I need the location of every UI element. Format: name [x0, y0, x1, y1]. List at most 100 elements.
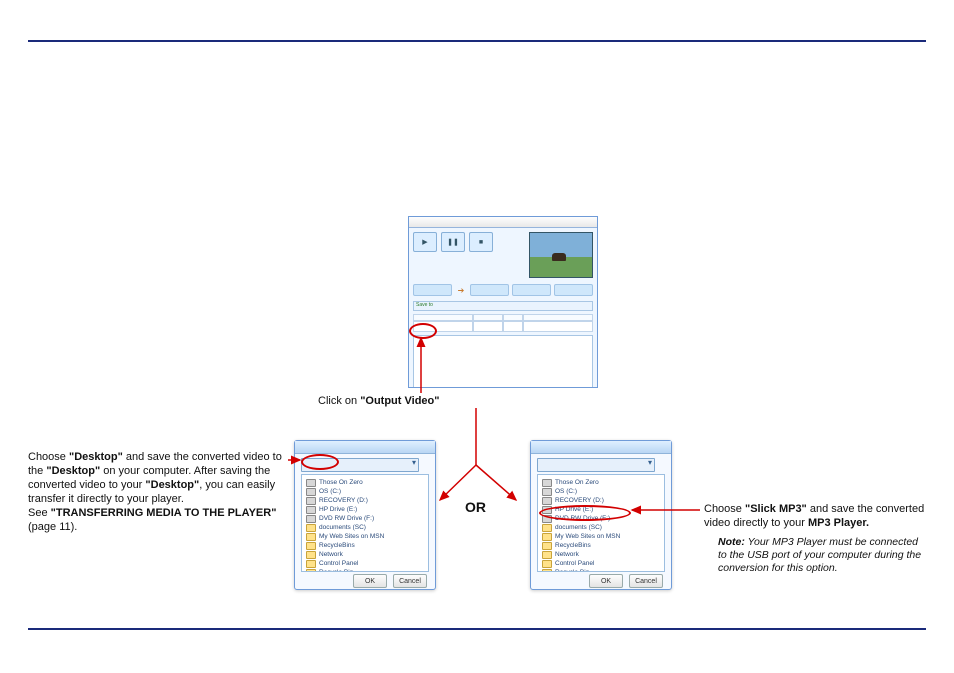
tree-item-label: Those On Zero: [555, 478, 599, 487]
text-bold: "Slick MP3": [745, 503, 807, 515]
video-preview: [529, 232, 593, 278]
tree-item[interactable]: RECOVERY (D:): [542, 496, 660, 505]
folder-icon: [306, 551, 316, 559]
cancel-button[interactable]: Cancel: [393, 574, 427, 588]
text: (page 11).: [28, 521, 77, 533]
tree-item-label: documents (SC): [319, 523, 366, 532]
text-bold: "TRANSFERRING MEDIA TO THE PLAYER": [51, 507, 277, 519]
pause-button[interactable]: ❚❚: [441, 232, 465, 252]
stop-button[interactable]: ■: [469, 232, 493, 252]
top-rule: [28, 40, 926, 42]
tree-item-label: HP Drive (E:): [319, 505, 357, 514]
text-bold: "Desktop": [145, 479, 199, 491]
tree-item-label: Those On Zero: [319, 478, 363, 487]
file-table-header: [413, 314, 593, 321]
browse-titlebar: [531, 441, 671, 454]
ok-button[interactable]: OK: [589, 574, 623, 588]
bottom-rule: [28, 628, 926, 630]
caption-output-video: Click on "Output Video": [318, 395, 439, 407]
callout-circle-slick-mp3: [539, 505, 631, 521]
output-path-row[interactable]: Save to: [413, 301, 593, 311]
drive-icon: [306, 497, 316, 505]
option-pill[interactable]: [470, 284, 509, 296]
instruction-right: Choose "Slick MP3" and save the converte…: [704, 502, 928, 575]
tree-item[interactable]: RecycleBins: [306, 541, 424, 550]
drive-icon: [542, 479, 552, 487]
tree-item-label: Recycle Bin: [555, 568, 589, 572]
tree-item[interactable]: Recycle Bin: [542, 568, 660, 572]
folder-icon: [542, 524, 552, 532]
folder-icon: [306, 542, 316, 550]
tree-item-label: RecycleBins: [555, 541, 591, 550]
tree-item-label: My Web Sites on MSN: [319, 532, 384, 541]
folder-icon: [542, 569, 552, 573]
drive-icon: [542, 488, 552, 496]
tree-item-label: RecycleBins: [319, 541, 355, 550]
tree-item[interactable]: Network: [306, 550, 424, 559]
browse-tree[interactable]: Those On ZeroOS (C:)RECOVERY (D:)HP Driv…: [301, 474, 429, 572]
converter-window: ▶ ❚❚ ■ ➔ Save to: [408, 216, 598, 388]
ok-button[interactable]: OK: [353, 574, 387, 588]
folder-icon: [542, 533, 552, 541]
folder-icon: [306, 560, 316, 568]
browse-tree[interactable]: Those On ZeroOS (C:)RECOVERY (D:)HP Driv…: [537, 474, 665, 572]
tree-item-label: Network: [319, 550, 343, 559]
tree-item[interactable]: Control Panel: [542, 559, 660, 568]
option-pill[interactable]: [512, 284, 551, 296]
tree-item[interactable]: Those On Zero: [542, 478, 660, 487]
folder-icon: [542, 542, 552, 550]
tree-item[interactable]: Control Panel: [306, 559, 424, 568]
drive-icon: [306, 488, 316, 496]
note-body: Your MP3 Player must be connected to the…: [718, 536, 921, 574]
drive-icon: [306, 479, 316, 487]
folder-icon: [542, 560, 552, 568]
tree-item-label: RECOVERY (D:): [555, 496, 604, 505]
browse-titlebar: [295, 441, 435, 454]
option-pill[interactable]: [554, 284, 593, 296]
file-table-row[interactable]: [413, 321, 593, 332]
text: See: [28, 507, 51, 519]
tree-item-label: My Web Sites on MSN: [555, 532, 620, 541]
tree-item-label: OS (C:): [555, 487, 577, 496]
folder-icon: [306, 533, 316, 541]
folder-icon: [306, 524, 316, 532]
tree-item-label: Control Panel: [319, 559, 358, 568]
text-bold: MP3 Player.: [808, 517, 869, 529]
tree-item[interactable]: My Web Sites on MSN: [306, 532, 424, 541]
or-label: OR: [465, 499, 486, 515]
tree-item[interactable]: Those On Zero: [306, 478, 424, 487]
browse-location-dropdown[interactable]: [537, 458, 655, 472]
tree-item[interactable]: documents (SC): [306, 523, 424, 532]
tree-item[interactable]: My Web Sites on MSN: [542, 532, 660, 541]
drive-icon: [306, 506, 316, 514]
tree-item-label: documents (SC): [555, 523, 602, 532]
tree-item[interactable]: RECOVERY (D:): [306, 496, 424, 505]
option-pill[interactable]: [413, 284, 452, 296]
drive-icon: [542, 497, 552, 505]
tree-item[interactable]: documents (SC): [542, 523, 660, 532]
text: Choose: [28, 451, 69, 463]
folder-icon: [306, 569, 316, 573]
tree-item-label: RECOVERY (D:): [319, 496, 368, 505]
converter-titlebar: [409, 217, 597, 228]
tree-item-label: Recycle Bin: [319, 568, 353, 572]
note-label: Note:: [718, 536, 745, 548]
tree-item[interactable]: RecycleBins: [542, 541, 660, 550]
tree-item[interactable]: OS (C:): [542, 487, 660, 496]
text-bold: "Desktop": [46, 465, 100, 477]
instruction-left: Choose "Desktop" and save the converted …: [28, 450, 286, 534]
output-path-label: Save to: [416, 302, 433, 308]
tree-item[interactable]: HP Drive (E:): [306, 505, 424, 514]
text: Choose: [704, 503, 745, 515]
tree-item-label: OS (C:): [319, 487, 341, 496]
tree-item-label: DVD RW Drive (F:): [319, 514, 374, 523]
tree-item[interactable]: Network: [542, 550, 660, 559]
tree-item[interactable]: DVD RW Drive (F:): [306, 514, 424, 523]
tree-item[interactable]: OS (C:): [306, 487, 424, 496]
caption-text: Click on: [318, 395, 360, 407]
cancel-button[interactable]: Cancel: [629, 574, 663, 588]
callout-circle-output-video: [409, 323, 437, 339]
file-list-area: [413, 335, 593, 388]
tree-item[interactable]: Recycle Bin: [306, 568, 424, 572]
play-button[interactable]: ▶: [413, 232, 437, 252]
